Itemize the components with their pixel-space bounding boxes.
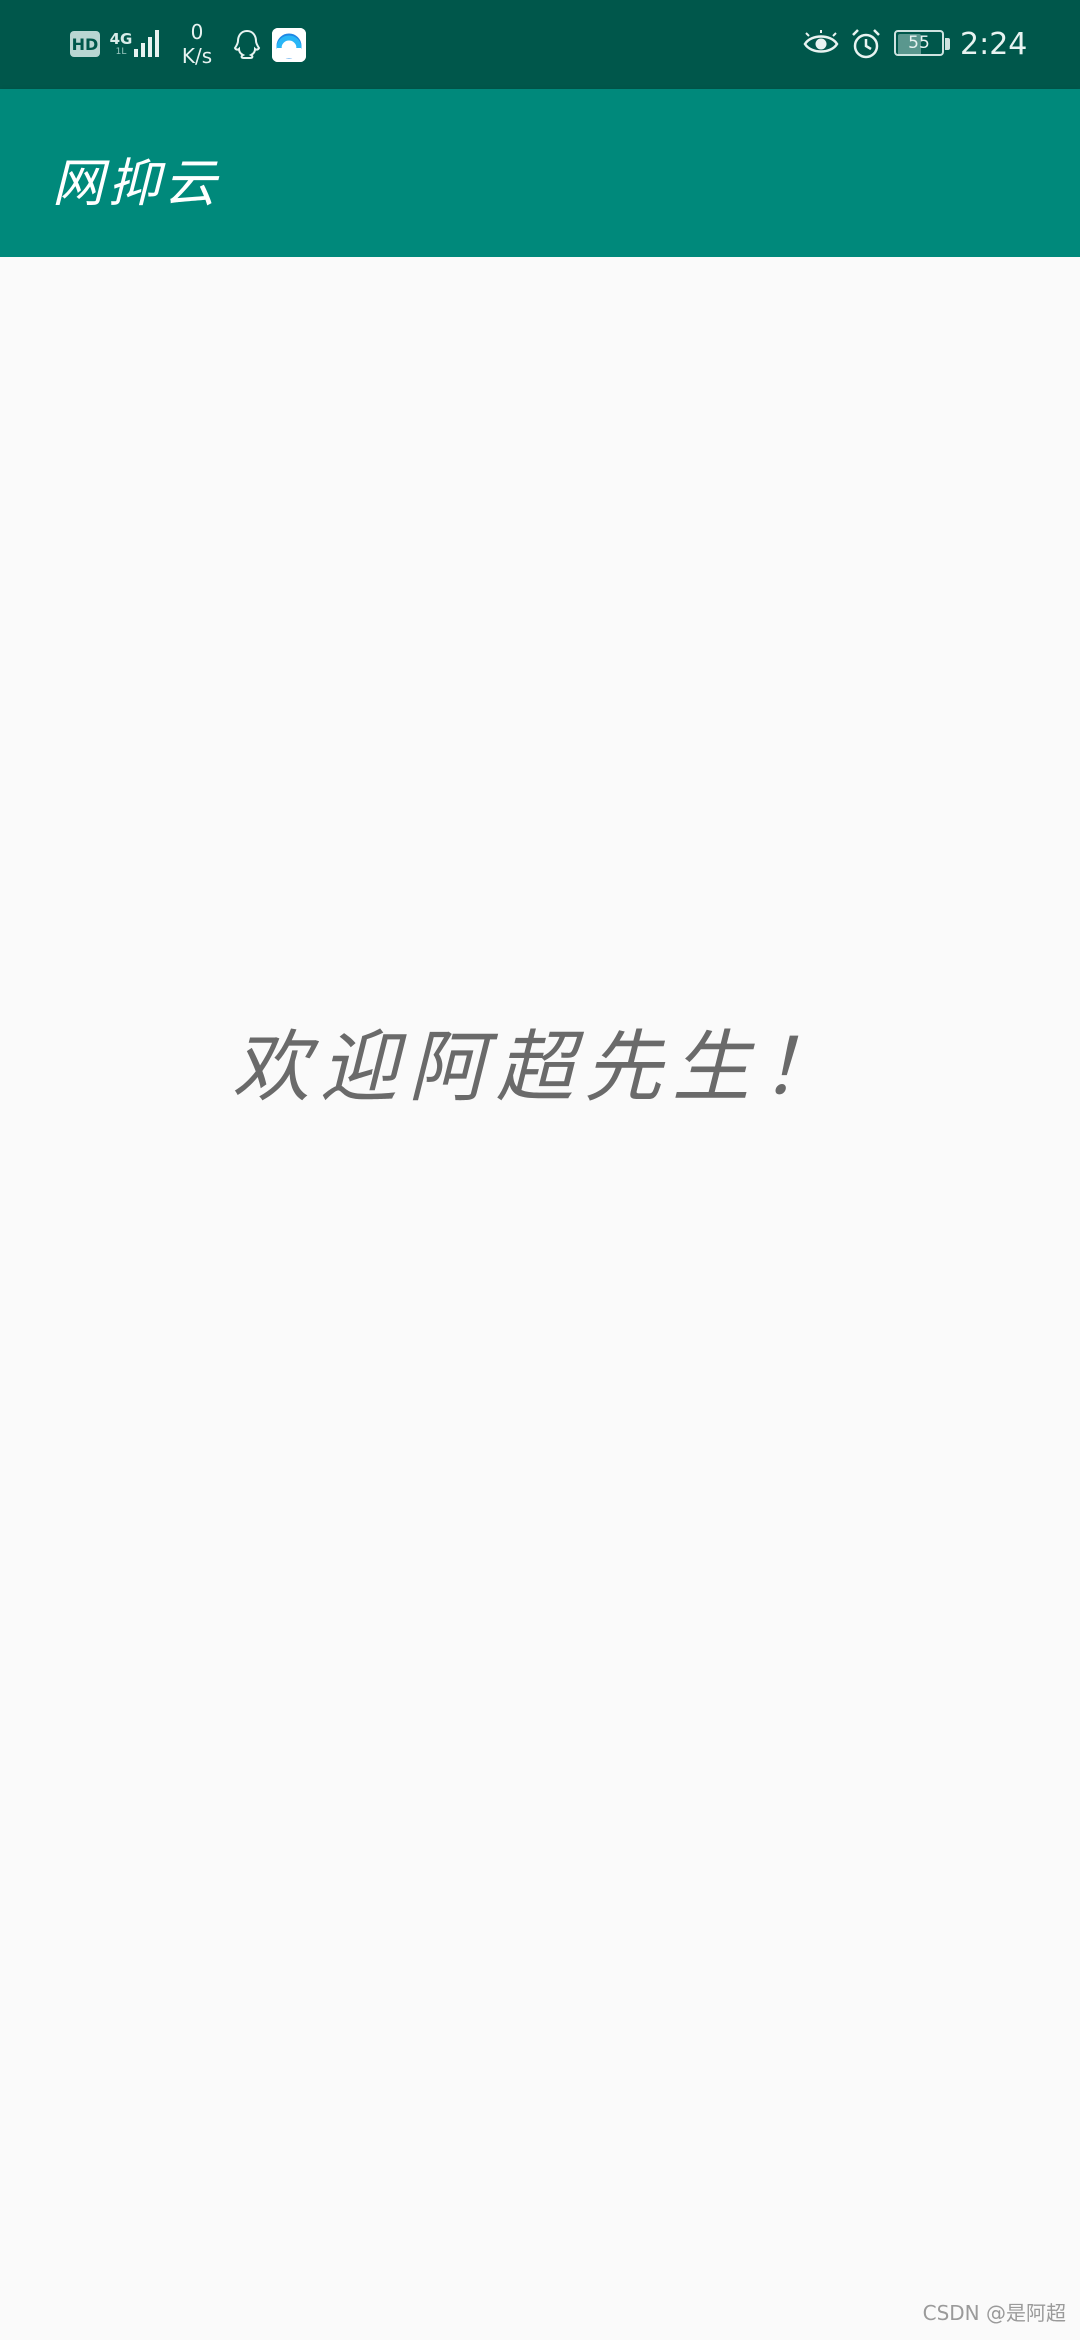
hd-label: HD: [71, 34, 99, 54]
signal-icon: [128, 27, 164, 59]
network-speed: 0 K/s: [180, 18, 214, 70]
battery-icon: 55: [894, 30, 952, 58]
battery-level: 55: [908, 33, 930, 53]
eye-icon: [803, 30, 839, 58]
status-clock: 2:24: [960, 26, 1028, 62]
battery-tip: [945, 38, 950, 50]
app-title: 网抑云: [52, 154, 221, 214]
hd-icon: HD: [70, 31, 100, 57]
main-content: [0, 257, 1080, 2340]
status-bar: HD 4G 1L 0 K/s 55 2:24: [0, 0, 1080, 89]
app-bar: 网抑云: [0, 89, 1080, 257]
qq-icon: [232, 28, 262, 62]
welcome-message: 欢迎阿超先生！: [231, 1023, 848, 1113]
watermark: CSDN @是阿超: [922, 2301, 1066, 2325]
speed-unit: K/s: [181, 44, 213, 68]
speed-value: 0: [190, 20, 204, 44]
battery-body: 55: [894, 30, 944, 56]
alarm-icon: [849, 27, 883, 61]
app-icon: [272, 28, 306, 62]
network-sub-label: 1L: [115, 47, 127, 57]
